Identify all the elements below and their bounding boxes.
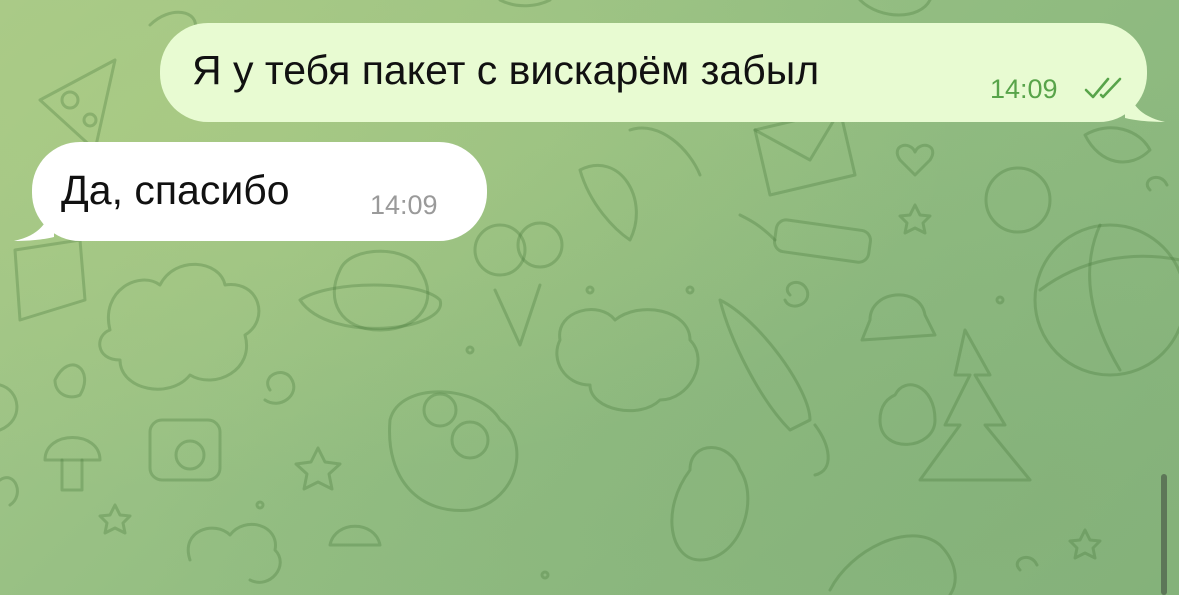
chat-wallpaper: Я у тебя пакет с вискарём забыл 14:09 Да… <box>0 0 1179 595</box>
message-time: 14:09 <box>370 190 438 220</box>
message-time: 14:09 <box>990 74 1058 104</box>
scroll-indicator[interactable] <box>1161 474 1167 595</box>
double-check-icon <box>1084 77 1122 99</box>
bubble-tail <box>14 201 54 241</box>
bubble-tail <box>1125 82 1165 122</box>
message-text: Я у тебя пакет с вискарём забыл <box>192 47 820 93</box>
incoming-message-bubble[interactable]: Да, спасибо 14:09 <box>14 142 487 241</box>
outgoing-message-bubble[interactable]: Я у тебя пакет с вискарём забыл 14:09 <box>160 23 1165 122</box>
message-text: Да, спасибо <box>61 167 290 213</box>
